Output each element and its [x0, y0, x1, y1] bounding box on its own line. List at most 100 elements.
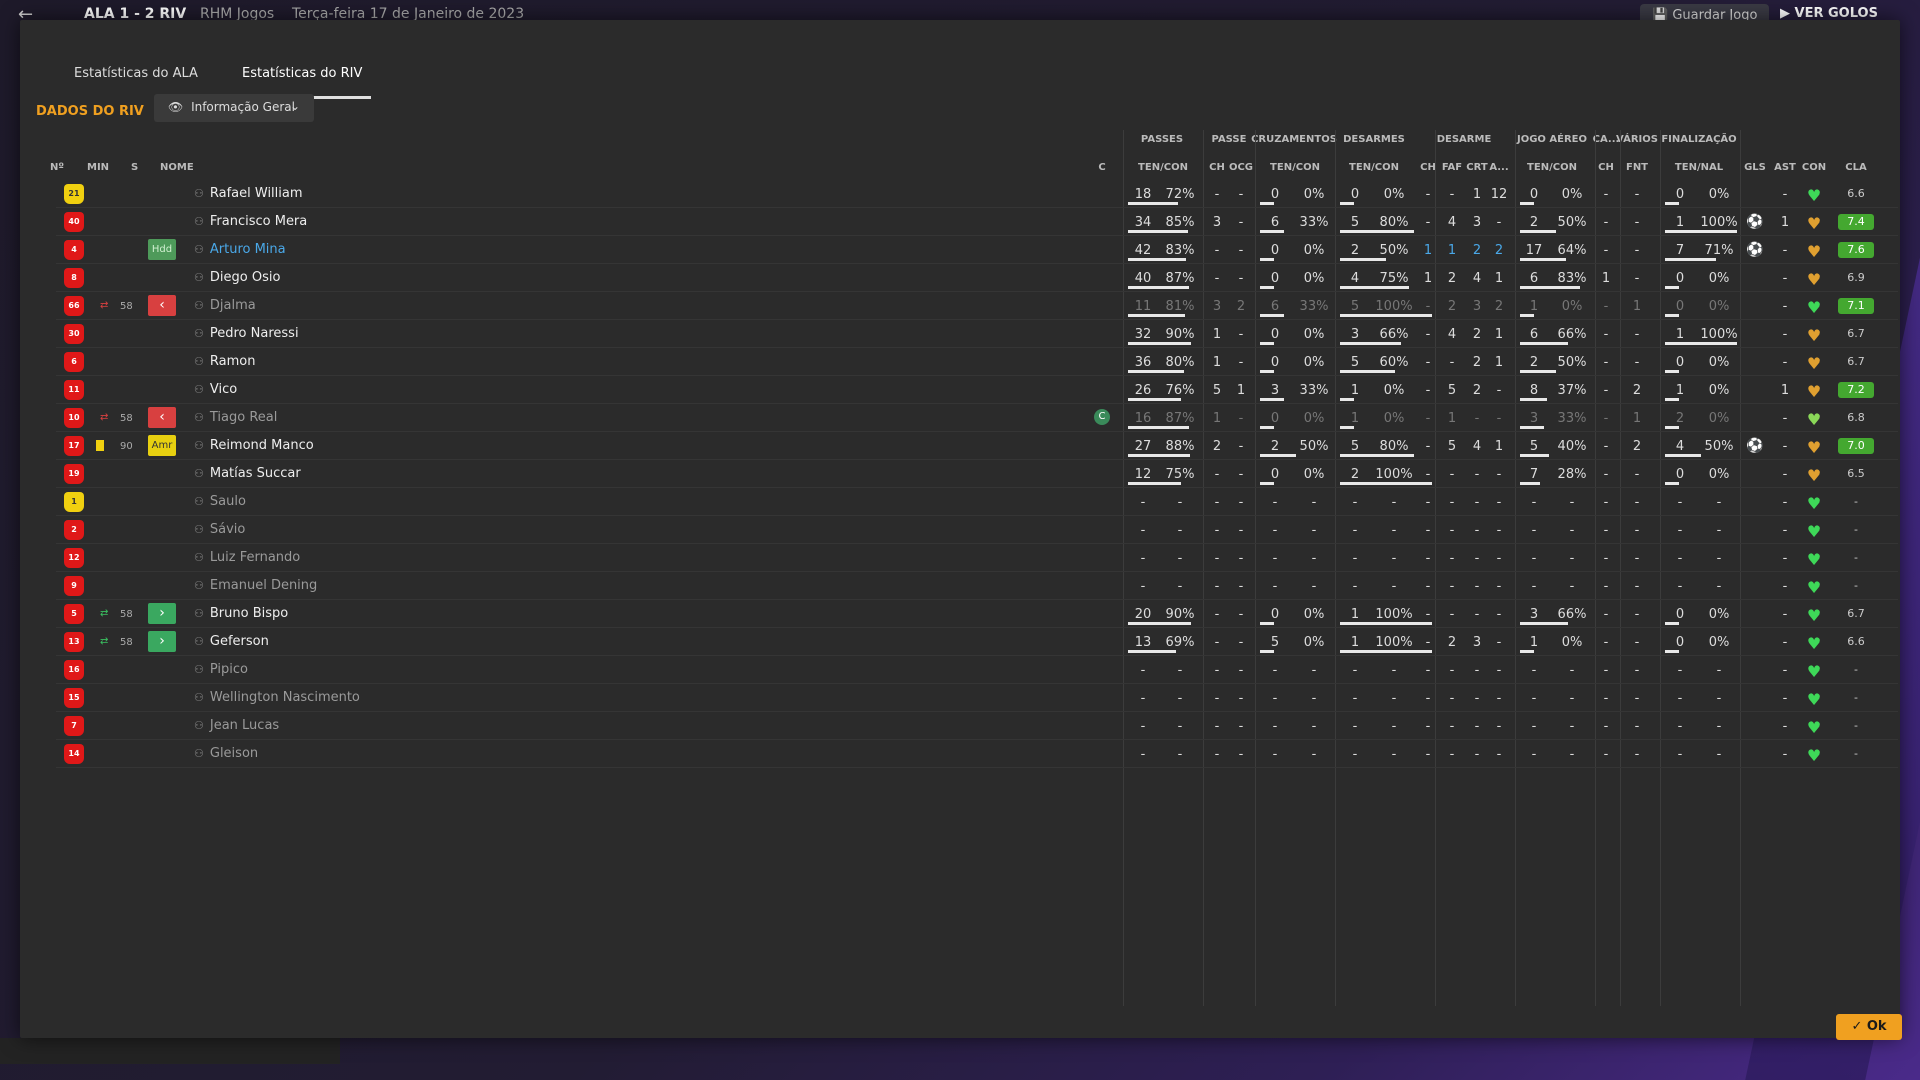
tab-ala-stats[interactable]: Estatísticas do ALA	[74, 66, 198, 81]
column-header-passe_ch[interactable]: CH	[1209, 162, 1225, 173]
player-row[interactable]: 4 Hdd ⚇ Arturo Mina 42 83% - -0 0% 2 50% 1 1 2 2 17 64% -…	[56, 236, 1898, 264]
player-name[interactable]: ⚇ Rafael William	[194, 186, 303, 201]
aerial-bar	[1520, 370, 1556, 373]
player-row[interactable]: 6 ⚇ Ramon 36 80% 1-0 0% 5 60% - -2 1 2 50% - -0 0% - ♥ 6.7	[56, 348, 1898, 376]
player-name[interactable]: ⚇ Francisco Mera	[194, 214, 307, 229]
player-row[interactable]: 30 ⚇ Pedro Naressi 32 90% 1-0 0% 3 66% -4 2 1 6 66% - -…	[56, 320, 1898, 348]
column-header-nome[interactable]: NOME	[160, 162, 194, 173]
player-rating: 7.0	[1838, 438, 1874, 454]
passes-percent: 69%	[1165, 635, 1195, 650]
passes-percent: -	[1177, 579, 1183, 594]
player-name[interactable]: ⚇ Tiago Real	[194, 410, 277, 425]
player-name[interactable]: ⚇ Diego Osio	[194, 270, 280, 285]
player-name[interactable]: ⚇ Sávio	[194, 522, 245, 537]
tackles-bar	[1340, 622, 1432, 625]
column-header-cla[interactable]: CLA	[1845, 162, 1866, 173]
group-header: FINALIZAÇÃO	[1661, 134, 1737, 145]
column-header-cruz[interactable]: TEN/CON	[1270, 162, 1320, 173]
column-header-s[interactable]: S	[131, 162, 138, 173]
person-icon: ⚇	[194, 607, 204, 620]
player-name[interactable]: ⚇ Luiz Fernando	[194, 550, 300, 565]
column-header-des_crt[interactable]: CRT	[1466, 162, 1487, 173]
column-header-gls[interactable]: GLS	[1744, 162, 1766, 173]
player-rating: 6.7	[1847, 355, 1865, 368]
player-name[interactable]: ⚇ Wellington Nascimento	[194, 690, 360, 705]
player-row[interactable]: 16 ⚇ Pipico - - - - - - - - - - - - - - - - - - - ♥ -	[56, 656, 1898, 684]
condition-heart-icon: ♥	[1806, 186, 1822, 205]
passe-ch: -	[1214, 495, 1220, 510]
passe-ocg: -	[1238, 579, 1244, 594]
player-name[interactable]: ⚇ Jean Lucas	[194, 718, 279, 733]
aerial-attempts: 1	[1529, 299, 1539, 314]
player-name[interactable]: ⚇ Reimond Manco	[194, 438, 314, 453]
player-row[interactable]: 21 ⚇ Rafael William 18 72% - - 0 0% 0 0% - - 1 12 0 0% - -…	[56, 180, 1898, 208]
passe-ch: -	[1214, 271, 1220, 286]
player-row[interactable]: 7 ⚇ Jean Lucas - - - - - - - - - - - - - - - - - - - ♥ -	[56, 712, 1898, 740]
player-rating: 6.7	[1847, 327, 1865, 340]
column-header-num[interactable]: Nº	[50, 162, 64, 173]
column-header-passe_ocg[interactable]: OCG	[1229, 162, 1253, 173]
player-name[interactable]: ⚇ Pedro Naressi	[194, 326, 299, 341]
player-name[interactable]: ⚇ Geferson	[194, 634, 269, 649]
passes-percent: -	[1177, 747, 1183, 762]
condition-heart-icon: ♥	[1806, 634, 1822, 653]
player-row[interactable]: 8 ⚇ Diego Osio 40 87% - -0 0% 4 75% 1 2 4 1 6 83% 1-0 0% -…	[56, 264, 1898, 292]
player-name[interactable]: ⚇ Matías Succar	[194, 466, 301, 481]
player-name[interactable]: ⚇ Pipico	[194, 662, 248, 677]
column-header-con[interactable]: CON	[1802, 162, 1826, 173]
passe-ch: 1	[1212, 411, 1222, 426]
column-header-passes[interactable]: TEN/CON	[1138, 162, 1188, 173]
condition-heart-icon: ♥	[1806, 690, 1822, 709]
tackles-percent: -	[1391, 663, 1397, 678]
column-header-c[interactable]: C	[1098, 162, 1105, 173]
player-row[interactable]: 13 ⇄ 58 › ⚇ Geferson 13 69% - -5 0% 1 100% -2 3-1 0% - -0…	[56, 628, 1898, 656]
player-row[interactable]: 66 ⇄ 58 ‹ ⚇ Djalma 11 81% 3 2 6 33% 5 100% -2 3 2 1 0% -1 0 0…	[56, 292, 1898, 320]
player-name[interactable]: ⚇ Saulo	[194, 494, 246, 509]
tab-riv-stats[interactable]: Estatísticas do RIV	[242, 66, 362, 81]
column-header-desarmes[interactable]: TEN/CON	[1349, 162, 1399, 173]
assists: -	[1782, 355, 1788, 370]
player-row[interactable]: 1 ⚇ Saulo - - - - - - - - - - - - - - - - - - - ♥ -	[56, 488, 1898, 516]
passes-attempts: -	[1140, 691, 1146, 706]
player-name[interactable]: ⚇ Djalma	[194, 298, 256, 313]
column-header-fin[interactable]: TEN/NAL	[1675, 162, 1723, 173]
player-name[interactable]: ⚇ Bruno Bispo	[194, 606, 288, 621]
player-row[interactable]: 10 ⇄ 58 ‹ ⚇ Tiago Real C 16 87% 1 - 0 0% 1 0% - 1 - - 3 33% -…	[56, 404, 1898, 432]
info-dropdown[interactable]: 👁 Informação Geral ⌄	[154, 94, 314, 122]
aerial-bar	[1520, 650, 1534, 653]
crosses-attempts: 6	[1270, 215, 1280, 230]
player-name[interactable]: ⚇ Vico	[194, 382, 237, 397]
watch-goals-button[interactable]: ▶ VER GOLOS	[1780, 6, 1878, 21]
player-name[interactable]: ⚇ Gleison	[194, 746, 258, 761]
player-row[interactable]: 9 ⚇ Emanuel Dening - - - - - - - - - - - - - - - - - - - ♥ -	[56, 572, 1898, 600]
column-header-ast[interactable]: AST	[1774, 162, 1796, 173]
player-row[interactable]: 12 ⚇ Luiz Fernando - - - - - - - - - - - - - - - - - - - ♥ -	[56, 544, 1898, 572]
player-row[interactable]: 15 ⚇ Wellington Nascimento - - - - - - - - - - - - - - - -…	[56, 684, 1898, 712]
column-header-min[interactable]: MIN	[87, 162, 109, 173]
player-row[interactable]: 14 ⚇ Gleison - - - - - - - - - - - - - - - - - - - ♥ -	[56, 740, 1898, 768]
shots-percent: 0%	[1708, 467, 1730, 482]
player-name[interactable]: ⚇ Ramon	[194, 354, 255, 369]
player-row[interactable]: 19 ⚇ Matías Succar 12 75% - -0 0% 2 100% - - - -7 28% -…	[56, 460, 1898, 488]
player-row[interactable]: 17 90 Amr ⚇ Reimond Manco 27 88% 2-2 50% 5 80% -5 4 1…	[56, 432, 1898, 460]
player-row[interactable]: 11 ⚇ Vico 26 76% 5 1 3 33% 1 0% -5 2-8 37% -2 1 0% 1 ♥ 7.2	[56, 376, 1898, 404]
sub-on-icon: ⇄	[100, 636, 109, 647]
player-name[interactable]: ⚇ Emanuel Dening	[194, 578, 317, 593]
player-row[interactable]: 40 ⚇ Francisco Mera 34 85% 3-6 33% 5 80% -4 3-2 50%…	[56, 208, 1898, 236]
goal-ball-icon: ⚽	[1746, 214, 1764, 230]
chevron-down-icon: ⌄	[289, 99, 300, 113]
column-header-des_ch[interactable]: CH	[1420, 162, 1436, 173]
column-header-fnt[interactable]: FNT	[1626, 162, 1648, 173]
column-header-aereo[interactable]: TEN/CON	[1527, 162, 1577, 173]
crosses-attempts: -	[1272, 747, 1278, 762]
column-header-ca_ch[interactable]: CH	[1598, 162, 1614, 173]
shots-percent: -	[1716, 719, 1722, 734]
shirt-icon: 40	[64, 212, 84, 232]
player-row[interactable]: 5 ⇄ 58 › ⚇ Bruno Bispo 20 90% - -0 0% 1 100% - - - -3 66%…	[56, 600, 1898, 628]
passe-ocg: -	[1238, 719, 1244, 734]
ok-button[interactable]: ✓ Ok	[1836, 1014, 1902, 1040]
column-header-des_a[interactable]: A...	[1489, 162, 1508, 173]
column-header-des_faf[interactable]: FAF	[1442, 162, 1462, 173]
player-row[interactable]: 2 ⚇ Sávio - - - - - - - - - - - - - - - - - - - ♥ -	[56, 516, 1898, 544]
player-name[interactable]: ⚇ Arturo Mina	[194, 242, 286, 257]
